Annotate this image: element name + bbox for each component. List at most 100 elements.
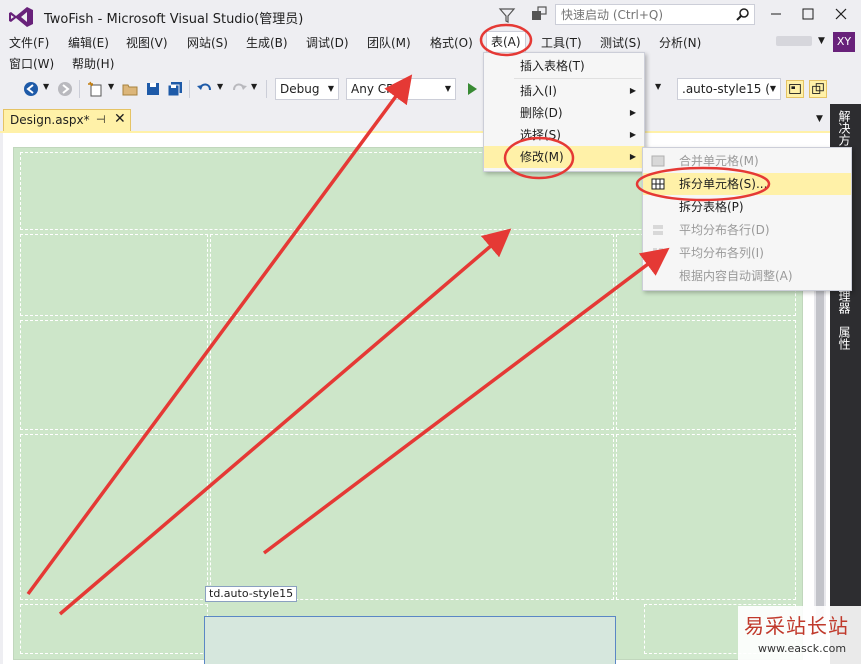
site-watermark: 易采站长站 www.easck.com [738,606,861,664]
table-cell[interactable] [20,234,208,316]
selected-table-cell[interactable] [204,616,616,664]
menu-item-split-table[interactable]: 拆分表格(P) [643,196,851,218]
menu-item-distribute-columns[interactable]: 平均分布各列(I) [643,242,851,264]
table-cell[interactable] [20,604,208,654]
menu-item-insert-table[interactable]: 插入表格(T) [484,55,644,77]
redo-icon[interactable] [230,80,248,98]
menu-item-distribute-rows[interactable]: 平均分布各行(D) [643,219,851,241]
table-cell[interactable] [20,320,208,430]
chevron-down-icon[interactable]: ▼ [818,36,825,46]
merge-cells-icon [651,155,665,167]
chevron-down-icon[interactable]: ▼ [108,82,114,91]
show-overlay-icon[interactable] [786,80,804,98]
menu-bar-row2: 窗口(W) 帮助(H) [0,52,861,74]
menu-tools[interactable]: 工具(T) [541,34,582,51]
menu-file[interactable]: 文件(F) [9,34,49,51]
menu-format[interactable]: 格式(O) [430,34,473,51]
chevron-down-icon[interactable]: ▼ [217,82,223,91]
solution-platform-value: Any CPU [351,82,403,96]
menu-test[interactable]: 测试(S) [600,34,641,51]
menu-edit[interactable]: 编辑(E) [68,34,109,51]
distribute-columns-icon [653,248,663,258]
selected-tag-label[interactable]: td.auto-style15 [205,586,298,602]
user-avatar[interactable]: XY [833,32,855,52]
chevron-down-icon[interactable]: ▼ [251,82,257,91]
menu-item-insert[interactable]: 插入(I) ▶ [484,80,644,102]
navigate-back-icon[interactable] [22,80,40,98]
modify-submenu: 合并单元格(M) 拆分单元格(S)... 拆分表格(P) 平均分布各行(D) 平… [642,147,852,291]
tab-label: Design.aspx* [10,113,90,127]
menu-item-delete[interactable]: 删除(D) ▶ [484,102,644,124]
new-project-icon[interactable] [87,80,105,98]
toolbar-separator [189,80,190,98]
minimize-button[interactable] [764,4,788,24]
save-all-icon[interactable] [166,80,184,98]
menu-separator [514,78,642,79]
watermark-text: 易采站长站 [744,614,849,638]
submenu-arrow-icon: ▶ [629,86,636,95]
solution-configuration-value: Debug [280,82,320,96]
distribute-rows-icon [653,225,663,235]
maximize-button[interactable] [796,4,820,24]
side-tab-properties[interactable]: 属性 [836,326,853,350]
menu-item-merge-cells[interactable]: 合并单元格(M) [643,150,851,172]
watermark-url: www.easck.com [758,642,847,655]
search-icon[interactable] [736,7,750,21]
tab-design-aspx[interactable]: Design.aspx* ⊣ ✕ [3,109,131,132]
menu-window[interactable]: 窗口(W) [9,55,54,72]
chevron-down-icon[interactable]: ▼ [655,82,661,91]
solution-platform-select[interactable]: Any CPU ▼ [346,78,456,100]
open-folder-icon[interactable] [121,80,139,98]
table-cell[interactable] [616,434,796,600]
submenu-arrow-icon: ▶ [629,152,636,161]
pin-icon[interactable]: ⊣ [96,113,106,126]
start-debugging-icon[interactable] [463,80,481,98]
feedback-icon[interactable] [530,5,548,23]
submenu-arrow-icon: ▶ [629,108,636,117]
target-rule-value: .auto-style15 ( [682,82,774,96]
menu-bar: 文件(F) 编辑(E) 视图(V) 网站(S) 生成(B) 调试(D) 团队(M… [0,31,861,53]
filter-icon[interactable] [498,6,516,24]
toolbar-separator [266,80,267,98]
menu-debug[interactable]: 调试(D) [306,34,349,51]
split-cells-icon [651,178,665,190]
close-window-button[interactable] [829,4,853,24]
window-title: TwoFish - Microsoft Visual Studio(管理员) [44,12,304,27]
table-cell[interactable] [210,320,614,430]
chevron-down-icon: ▼ [327,84,334,93]
quick-launch-box[interactable] [555,4,755,25]
table-cell[interactable] [616,320,796,430]
table-cell[interactable] [210,434,614,600]
target-rule-select[interactable]: .auto-style15 ( ▼ [677,78,781,100]
side-tab-explorer[interactable]: 理器 [836,290,853,314]
standard-toolbar: ▼ ▼ ▼ ▼ Debug ▼ Any CPU ▼ ▼ .auto-style1… [0,75,861,103]
position-icon[interactable] [809,80,827,98]
navigate-forward-icon[interactable] [56,80,74,98]
menu-view[interactable]: 视图(V) [126,34,168,51]
menu-item-modify[interactable]: 修改(M) ▶ [484,146,644,168]
side-tab-solution-explorer[interactable]: 解决方 [836,110,853,146]
menu-website[interactable]: 网站(S) [187,34,228,51]
menu-help[interactable]: 帮助(H) [72,55,114,72]
undo-icon[interactable] [196,80,214,98]
table-menu-dropdown: 插入表格(T) 插入(I) ▶ 删除(D) ▶ 选择(S) ▶ 修改(M) ▶ [483,52,645,172]
table-cell[interactable] [20,434,208,600]
menu-analyze[interactable]: 分析(N) [659,34,701,51]
quick-launch-input[interactable] [556,5,731,24]
chevron-down-icon[interactable]: ▼ [43,82,49,91]
user-name-blurred[interactable] [776,36,812,46]
chevron-down-icon: ▼ [769,84,776,93]
chevron-down-icon[interactable]: ▼ [816,114,823,124]
table-cell[interactable] [210,234,614,316]
title-bar: TwoFish - Microsoft Visual Studio(管理员) [0,0,861,32]
solution-configuration-select[interactable]: Debug ▼ [275,78,339,100]
close-icon[interactable]: ✕ [114,111,126,127]
save-icon[interactable] [144,80,162,98]
menu-team[interactable]: 团队(M) [367,34,411,51]
menu-item-autofit[interactable]: 根据内容自动调整(A) [643,265,851,287]
menu-item-split-cells[interactable]: 拆分单元格(S)... [643,173,851,195]
menu-table[interactable]: 表(A) [486,31,526,53]
visual-studio-logo-icon [9,7,33,27]
menu-item-select[interactable]: 选择(S) ▶ [484,124,644,146]
menu-build[interactable]: 生成(B) [246,34,288,51]
